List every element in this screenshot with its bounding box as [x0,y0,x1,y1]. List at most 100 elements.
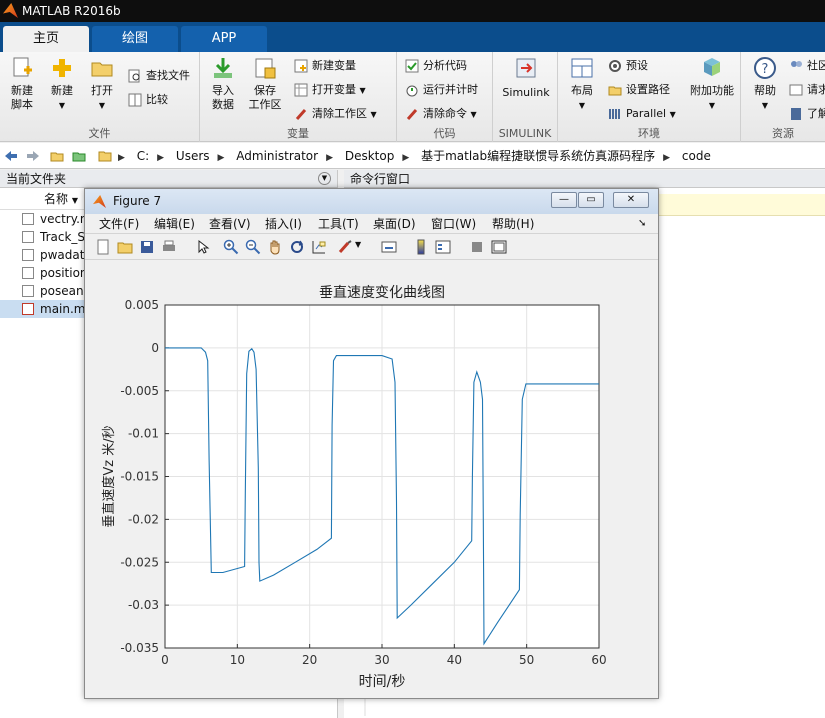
analyze-code-button[interactable]: 分析代码 [403,56,467,76]
find-files-button[interactable]: 查找文件 [126,66,190,86]
chevron-down-icon: ▼ [58,101,66,110]
zoom-out-icon[interactable] [245,239,261,255]
chevron-down-icon: ▼ [359,86,366,95]
data-cursor-icon[interactable] [311,239,327,255]
hide-plot-tools-icon[interactable] [469,239,485,255]
set-path-button[interactable]: 设置路径 [606,80,670,100]
chart[interactable]: 0 10 20 30 40 50 60 0.005 0 -0.005 -0.01 -0.015 -0.0… [91,267,652,692]
file-icon [22,231,34,243]
print-icon[interactable] [161,239,177,255]
forward-arrow-icon[interactable] [26,150,40,162]
tab-home[interactable]: 主页 [3,26,89,52]
file-icon [22,249,34,261]
link-plot-icon[interactable] [381,239,397,255]
brush-icon [295,109,307,120]
breadcrumb-item[interactable]: code [682,149,711,163]
tab-apps[interactable]: APP [181,26,267,52]
folder-icon [608,86,622,96]
dock-arrow-icon[interactable]: ➘ [638,214,646,234]
chevron-right-icon: ▶ [157,153,165,163]
open-file-icon[interactable] [117,239,133,255]
open-variable-button[interactable]: 打开变量 ▼ [292,80,366,100]
import-data-button[interactable]: 导入 数据 [203,56,243,112]
rotate-3d-icon[interactable] [289,239,305,255]
support-icon [789,84,803,96]
breadcrumb-item[interactable]: Desktop [345,149,395,163]
tab-plots[interactable]: 绘图 [92,26,178,52]
panel-menu-icon[interactable]: ▼ [318,172,331,185]
ribbon-group-caption: 资源 [772,127,794,140]
chevron-right-icon: ▶ [118,153,125,163]
add-ons-button[interactable]: 附加功能 ▼ [686,56,738,113]
back-arrow-icon[interactable] [4,150,18,162]
menu-view[interactable]: 查看(V) [209,214,251,234]
show-plot-tools-icon[interactable] [491,239,507,255]
zoom-in-icon[interactable] [223,239,239,255]
open-button[interactable]: 打开 ▼ [82,56,122,113]
layout-button[interactable]: 布局 ▼ [562,56,602,113]
breadcrumb-item[interactable]: Users [176,149,210,163]
menu-help[interactable]: 帮助(H) [492,214,534,234]
menu-file[interactable]: 文件(F) [99,214,139,234]
colorbar-icon[interactable] [413,239,429,255]
legend-icon[interactable] [435,239,451,255]
save-icon[interactable] [139,239,155,255]
new-script-button[interactable]: 新建 脚本 [2,56,42,112]
ribbon-group-code: 分析代码 运行并计时 清除命令 ▼ 代码 [397,52,493,142]
matlab-logo-icon [3,3,18,18]
compare-button[interactable]: 比较 [126,90,168,110]
ribbon: 新建 脚本 新建 ▼ 打开 ▼ 查找文件 比较 文件 导入 数据 保存 工作区 新建… [0,52,825,142]
panel-title: 命令行窗口 [350,172,411,186]
help-button[interactable]: ? 帮助 ▼ [745,56,785,113]
breadcrumb-item[interactable]: Administrator [236,149,318,163]
new-variable-button[interactable]: 新建变量 [292,56,356,76]
breadcrumb-item[interactable]: 基于matlab编程捷联惯导系统仿真源码程序 [421,149,655,163]
y-tick-label: -0.025 [120,555,159,569]
people-icon [791,61,802,67]
panel-header: 当前文件夹 ▼ [0,170,337,188]
chevron-right-icon: ▶ [326,153,334,163]
x-tick-label: 10 [230,653,245,667]
save-workspace-button[interactable]: 保存 工作区 [245,56,285,112]
new-button[interactable]: 新建 ▼ [42,56,82,113]
x-tick-label: 30 [374,653,389,667]
breadcrumb-item[interactable]: C: [137,149,149,163]
figure-title-bar[interactable]: Figure 7 — ▭ ✕ [85,189,658,214]
run-and-time-button[interactable]: 运行并计时 [403,80,478,100]
menu-insert[interactable]: 插入(I) [265,214,302,234]
m-file-icon [22,303,34,315]
close-button[interactable]: ✕ [613,192,649,208]
y-axis-label: 垂直速度Vz 米/秒 [101,425,117,527]
ribbon-group-environment: 布局 ▼ 预设 设置路径 Parallel ▼ 附加功能 ▼ 环境 [558,52,741,142]
menu-edit[interactable]: 编辑(E) [154,214,195,234]
ribbon-group-caption: SIMULINK [498,127,552,140]
learn-matlab-button[interactable]: 了解 [787,104,825,124]
pan-hand-icon[interactable] [267,239,283,255]
pointer-icon[interactable] [195,239,211,255]
clear-workspace-button[interactable]: 清除工作区 ▼ [292,104,377,124]
find-files-icon [128,69,140,83]
app-title-bar: MATLAB R2016b [0,0,825,22]
browse-folder-icon[interactable] [72,150,86,162]
maximize-button[interactable]: ▭ [578,192,604,208]
stopwatch-icon [406,85,418,97]
panel-title: 当前文件夹 [6,172,67,186]
panel-header: 命令行窗口 [344,170,825,188]
brush-icon[interactable] [337,239,353,255]
menu-window[interactable]: 窗口(W) [431,214,476,234]
minimize-button[interactable]: — [551,192,577,208]
preferences-button[interactable]: 预设 [606,56,648,76]
new-figure-icon[interactable] [95,239,111,255]
up-folder-icon[interactable] [50,150,64,162]
menu-desktop[interactable]: 桌面(D) [373,214,416,234]
menu-tools[interactable]: 工具(T) [318,214,359,234]
ribbon-group-caption: 文件 [88,127,111,140]
clear-commands-button[interactable]: 清除命令 ▼ [403,104,477,124]
community-button[interactable]: 社区 [787,56,825,76]
simulink-button[interactable]: Simulink [497,56,555,100]
request-support-button[interactable]: 请求 [787,80,825,100]
svg-text:?: ? [762,62,769,77]
parallel-button[interactable]: Parallel ▼ [606,104,676,124]
chevron-down-icon[interactable]: ▼ [355,240,361,249]
ribbon-group-caption: 环境 [638,127,660,140]
